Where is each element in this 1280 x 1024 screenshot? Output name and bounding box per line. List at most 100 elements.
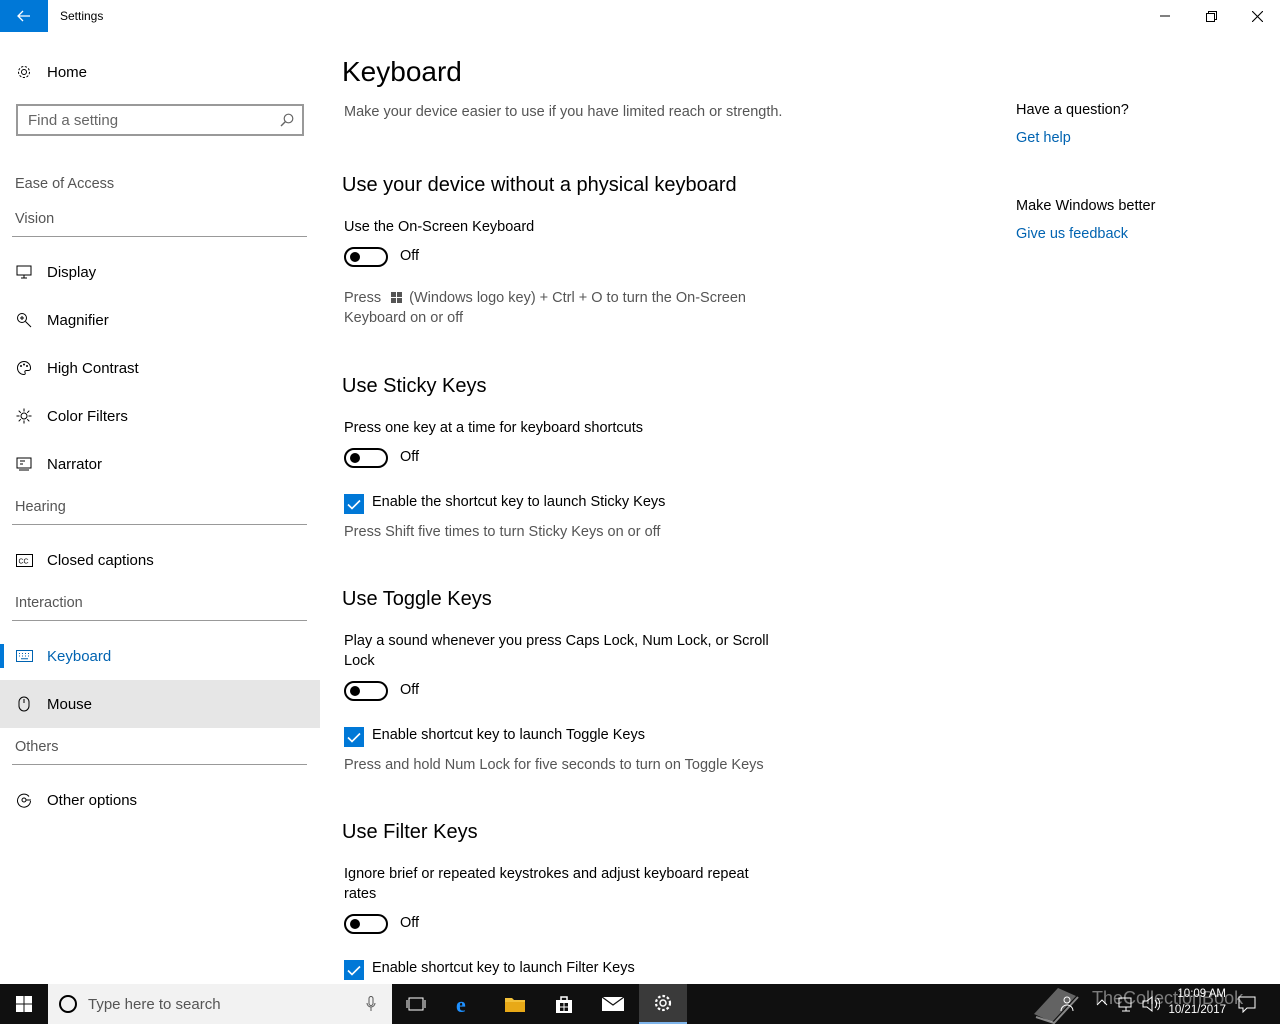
magnifier-icon: [15, 311, 33, 329]
gear-icon: [15, 63, 33, 81]
clock[interactable]: 10:09 AM 10/21/2017: [1160, 988, 1226, 1020]
clock-time: 10:09 AM: [1177, 988, 1226, 1000]
close-icon: [1251, 10, 1263, 22]
window-title: Settings: [60, 9, 104, 23]
task-view-button[interactable]: [392, 984, 440, 1024]
show-hidden-icons-chevron-icon[interactable]: [1096, 998, 1108, 1006]
sidebar-item-narrator[interactable]: Narrator: [0, 440, 320, 488]
task-view-icon: [406, 997, 426, 1011]
sidebar-item-mouse[interactable]: Mouse: [0, 680, 320, 728]
mouse-icon: [15, 695, 33, 713]
filter-keys-state: Off: [400, 915, 420, 931]
group-label-hearing: Hearing: [15, 499, 66, 515]
palette-icon: [15, 359, 33, 377]
onscreen-keyboard-label: Use the On-Screen Keyboard: [344, 219, 535, 235]
home-label: Home: [47, 63, 88, 81]
people-icon[interactable]: [1060, 996, 1074, 1012]
section-heading-toggle-keys: Use Toggle Keys: [342, 588, 492, 610]
store-icon: [556, 996, 572, 1013]
toggle-knob: [350, 453, 360, 463]
toggle-knob: [350, 919, 360, 929]
search-icon[interactable]: [280, 113, 294, 127]
category-title: Ease of Access: [15, 176, 115, 192]
give-feedback-link[interactable]: Give us feedback: [1016, 226, 1128, 242]
taskbar-app-settings[interactable]: [639, 984, 687, 1024]
sticky-keys-toggle[interactable]: [344, 448, 388, 468]
svg-text:CC: CC: [18, 558, 28, 565]
taskbar-app-edge[interactable]: e: [442, 984, 490, 1024]
toggle-keys-label: Play a sound whenever you press Caps Loc…: [344, 633, 769, 669]
sticky-keys-shortcut-checkbox[interactable]: [344, 494, 364, 514]
search-input[interactable]: [18, 106, 268, 134]
toggle-keys-shortcut-label: Enable shortcut key to launch Toggle Key…: [372, 727, 645, 743]
toggle-keys-toggle[interactable]: [344, 681, 388, 701]
minimize-icon: [1160, 15, 1170, 17]
checkmark-icon: [347, 499, 361, 510]
sticky-keys-label: Press one key at a time for keyboard sho…: [344, 420, 643, 436]
toggle-keys-shortcut-checkbox[interactable]: [344, 727, 364, 747]
group-label-interaction: Interaction: [15, 595, 83, 611]
toggle-keys-state: Off: [400, 682, 420, 698]
microphone-icon[interactable]: [366, 996, 376, 1012]
taskbar-app-mail[interactable]: [589, 984, 637, 1024]
title-bar: Settings: [0, 0, 1280, 32]
note-suffix: (Windows logo key) + Ctrl + O to turn th…: [344, 290, 746, 326]
sidebar-item-color-filters[interactable]: Color Filters: [0, 392, 320, 440]
sidebar-item-label: Other options: [47, 791, 138, 809]
monitor-icon: [15, 263, 33, 281]
taskbar-app-file-explorer[interactable]: [491, 984, 539, 1024]
sidebar-item-label: Color Filters: [47, 407, 128, 425]
mail-icon: [601, 996, 625, 1011]
divider: [12, 620, 307, 621]
taskbar-search[interactable]: [48, 984, 392, 1024]
narrator-icon: [15, 455, 33, 473]
sidebar-item-display[interactable]: Display: [0, 248, 320, 296]
toggle-keys-note: Press and hold Num Lock for five seconds…: [344, 757, 764, 773]
sidebar-item-high-contrast[interactable]: High Contrast: [0, 344, 320, 392]
sidebar-item-magnifier[interactable]: Magnifier: [0, 296, 320, 344]
restore-button[interactable]: [1188, 0, 1234, 32]
taskbar: e TheCollectionBook 10:09 AM 10/21/2017: [0, 984, 1280, 1024]
back-button[interactable]: [0, 0, 48, 32]
toggle-knob: [350, 686, 360, 696]
start-button[interactable]: [0, 984, 48, 1024]
cortana-icon: [59, 995, 77, 1013]
divider: [12, 236, 307, 237]
onscreen-keyboard-state: Off: [400, 248, 420, 264]
taskbar-app-store[interactable]: [540, 984, 588, 1024]
section-heading-onscreen: Use your device without a physical keybo…: [342, 174, 737, 196]
sidebar-item-label: Display: [47, 263, 97, 281]
settings-gear-icon: [654, 994, 672, 1012]
onscreen-keyboard-note: Press (Windows logo key) + Ctrl + O to t…: [344, 288, 784, 328]
onscreen-keyboard-toggle[interactable]: [344, 247, 388, 267]
sidebar-item-other-options[interactable]: Other options: [0, 776, 320, 824]
minimize-button[interactable]: [1142, 0, 1188, 32]
divider: [12, 764, 307, 765]
sidebar-item-label: Narrator: [47, 455, 103, 473]
feedback-heading: Make Windows better: [1016, 198, 1156, 214]
sidebar-item-label: Mouse: [47, 695, 93, 713]
taskbar-search-input[interactable]: [88, 994, 348, 1014]
sticky-keys-note: Press Shift five times to turn Sticky Ke…: [344, 524, 661, 540]
sidebar-item-label: High Contrast: [47, 359, 139, 377]
get-help-link[interactable]: Get help: [1016, 130, 1071, 146]
svg-text:e: e: [456, 993, 466, 1015]
close-button[interactable]: [1234, 0, 1280, 32]
volume-icon[interactable]: [1142, 996, 1160, 1012]
divider: [12, 524, 307, 525]
filter-keys-shortcut-label: Enable shortcut key to launch Filter Key…: [372, 960, 635, 976]
windows-logo-icon: [16, 996, 32, 1012]
sidebar-item-closed-captions[interactable]: CC Closed captions: [0, 536, 320, 584]
checkmark-icon: [347, 732, 361, 743]
action-center-icon[interactable]: [1238, 995, 1256, 1013]
keyboard-icon: [15, 647, 33, 665]
clock-date: 10/21/2017: [1168, 1004, 1226, 1016]
filter-keys-label: Ignore brief or repeated keystrokes and …: [344, 866, 749, 902]
search-field[interactable]: [16, 104, 304, 136]
note-prefix: Press: [344, 290, 382, 306]
sidebar-item-keyboard[interactable]: Keyboard: [0, 632, 320, 680]
network-icon[interactable]: [1118, 996, 1136, 1012]
filter-keys-shortcut-checkbox[interactable]: [344, 960, 364, 980]
sidebar-item-home[interactable]: Home: [0, 56, 320, 88]
filter-keys-toggle[interactable]: [344, 914, 388, 934]
